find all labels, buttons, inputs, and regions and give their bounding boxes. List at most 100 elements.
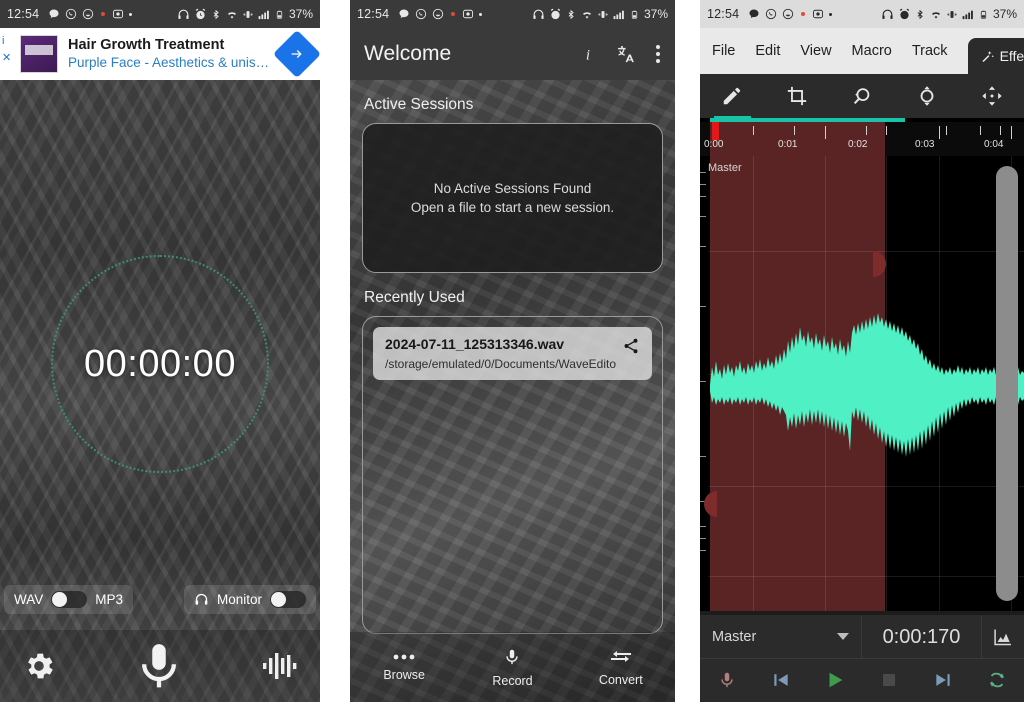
signal-icon [613,10,624,19]
status-bar-system-icons: 37% [177,7,313,21]
zoom-in-icon [920,86,934,106]
dot-icon [479,12,483,16]
levels-button[interactable] [262,651,298,681]
move-tool[interactable] [959,74,1024,118]
status-bar-time: 12:54 [7,7,40,21]
monitor-switch[interactable] [270,591,306,608]
battery-percentage: 37% [992,7,1017,21]
record-button[interactable] [700,670,754,690]
nav-item-browse[interactable]: Browse [350,653,458,682]
record-button[interactable] [132,639,186,693]
app-bar: Welcome i [350,28,675,80]
zoom-out-tool[interactable] [830,74,895,118]
timer-area: 00:00:00 [0,255,320,473]
headphones-icon [178,9,189,19]
ellipsis-icon [393,654,415,659]
ad-close-icon[interactable]: ✕ [2,53,11,64]
playhead-marker[interactable] [712,122,719,140]
alarm-icon [550,8,561,19]
waveform-canvas[interactable]: Master [700,156,1024,611]
ruler-label-2: 0:02 [848,139,868,150]
format-label-wav: WAV [14,592,44,607]
overflow-menu-icon[interactable] [655,44,661,64]
whatsapp-icon [766,8,777,20]
recorder-bottom-bar [0,630,320,702]
amplitude-ruler [700,156,708,611]
alarm-icon [899,8,910,19]
emoji-icon [783,8,794,20]
translate-icon[interactable] [615,44,637,64]
vertical-scrollbar[interactable] [996,166,1018,601]
wifi-icon [931,11,940,19]
monitor-toggle[interactable]: Monitor [183,585,316,614]
battery-percentage: 37% [288,7,313,21]
vibrate-icon [598,10,608,18]
nav-item-record[interactable]: Record [458,647,566,688]
share-icon[interactable] [622,337,640,360]
track-select[interactable]: Master [700,615,862,658]
menu-item-view[interactable]: View [800,43,831,59]
dot-red-icon [451,12,456,16]
chart-icon[interactable] [982,627,1024,647]
headphones-icon [533,9,544,19]
play-icon [829,672,843,688]
menu-item-macro[interactable]: Macro [852,43,892,59]
pencil-tool[interactable] [700,74,765,118]
recently-used-heading: Recently Used [364,289,465,306]
move-icon [981,86,1002,106]
empty-state-line1: No Active Sessions Found [433,181,592,196]
settings-button[interactable] [22,649,56,683]
monitor-label: Monitor [216,592,262,607]
wifi-icon [582,11,591,19]
ad-banner[interactable]: i ✕ Hair Growth Treatment Purple Face - … [0,28,320,80]
loop-button[interactable] [970,669,1024,691]
crop-icon [788,86,807,106]
empty-state-line2: Open a file to start a new session. [410,200,615,215]
nav-item-convert[interactable]: Convert [567,648,675,687]
camera-icon [813,9,824,19]
format-switch[interactable] [51,591,88,608]
list-item[interactable]: 2024-07-11_125313346.wav /storage/emulat… [373,327,652,380]
dot-red-icon [801,12,806,16]
transport-buttons [700,659,1024,701]
transport-bar: Master 0:00:170 [700,615,1024,702]
skip-previous-button[interactable] [754,670,808,690]
audio-waveform [710,313,1024,457]
menu-item-edit[interactable]: Edit [755,43,780,59]
stop-icon [883,674,895,686]
bottom-navigation: Browse Record Convert [350,632,675,702]
crop-tool[interactable] [765,74,830,118]
arrow-right-icon[interactable] [272,29,320,79]
alarm-icon [195,8,206,19]
battery-percentage: 37% [643,7,668,21]
chevron-down-icon [837,633,849,640]
file-name: 2024-07-11_125313346.wav [385,336,565,352]
track-label: Master [708,162,742,174]
microphone-icon [506,649,519,664]
whatsapp-icon [66,8,77,20]
ad-info-icon[interactable]: i [2,36,11,47]
status-bar-notification-icons [48,8,133,20]
play-button[interactable] [808,669,862,691]
menu-item-track[interactable]: Track [912,43,948,59]
tab-effects[interactable]: Effects [967,38,1024,74]
ad-badges: i ✕ [2,36,11,64]
recorder-screen: 12:54 37% i ✕ Hair Growth Treatment Purp… [0,0,320,702]
skip-next-button[interactable] [916,670,970,690]
zoom-in-tool[interactable] [894,74,959,118]
format-toggle[interactable]: WAV MP3 [4,585,134,614]
info-icon[interactable]: i [579,45,597,63]
signal-icon [962,10,973,19]
wifi-icon [227,11,236,19]
menu-item-file[interactable]: File [712,43,735,59]
status-bar-time: 12:54 [357,7,390,21]
emoji-icon [83,8,94,20]
battery-icon [276,10,283,19]
editor-toolbar [700,74,1024,118]
timeline-ruler[interactable]: 0:00 0:01 0:02 0:03 0:04 [700,122,1024,156]
nav-label-record: Record [492,673,533,688]
ruler-label-3: 0:03 [915,139,935,150]
stop-button[interactable] [862,671,916,689]
nav-label-browse: Browse [383,667,425,682]
tab-effects-label: Effects [999,48,1024,64]
